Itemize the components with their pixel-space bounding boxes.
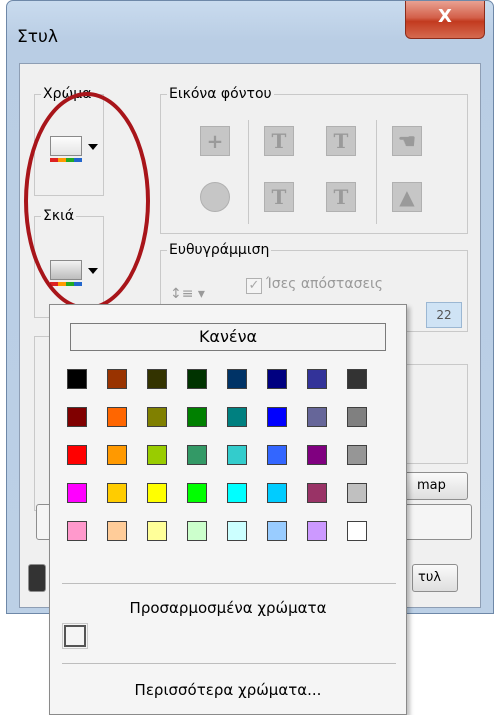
color-group-label: Χρώμα [43,86,92,102]
alignment-group-label: Ευθυγράμμιση [169,242,270,258]
close-button[interactable]: X [405,1,485,39]
color-swatch[interactable] [227,445,247,465]
color-palette-popup: Κανένα Προσαρμοσμένα χρώματα Περισσότερα… [49,304,407,715]
color-swatch[interactable] [267,407,287,427]
more-colors-button[interactable]: Περισσότερα χρώματα... [50,681,406,699]
shadow-group-label: Σκιά [43,208,75,224]
color-swatch[interactable] [147,483,167,503]
text-icon[interactable]: T [264,126,294,156]
dropdown-arrow-icon [88,268,98,274]
color-swatch[interactable] [227,407,247,427]
color-swatch[interactable] [107,407,127,427]
color-swatch[interactable] [267,483,287,503]
color-swatch[interactable] [267,521,287,541]
color-swatch[interactable] [67,445,87,465]
color-swatch[interactable] [307,407,327,427]
title-bar[interactable]: Στυλ X [7,1,493,61]
icon-separator [248,120,249,224]
color-swatch[interactable] [187,369,207,389]
equal-spacing-label: Ίσες απόστασεις [266,276,383,292]
color-swatch[interactable] [67,521,87,541]
icon-separator [376,120,377,224]
text-fill-icon[interactable]: T [264,182,294,212]
color-swatch[interactable] [307,521,327,541]
equal-spacing-checkbox[interactable]: ✓ [246,278,262,294]
color-swatch[interactable] [67,407,87,427]
landscape-image-icon[interactable]: ▲ [392,182,422,212]
shadow-picker-button[interactable] [50,260,98,290]
custom-color-swatch[interactable] [62,623,88,649]
shadow-stripe-icon [50,282,82,286]
color-swatch[interactable] [147,445,167,465]
color-swatch[interactable] [347,483,367,503]
spacing-value-field[interactable]: 22 [426,302,462,328]
color-swatch[interactable] [307,445,327,465]
color-swatch[interactable] [187,483,207,503]
color-picker-button[interactable] [50,136,98,166]
no-image-icon[interactable] [200,182,230,212]
style-button-label: τυλ [418,570,442,585]
color-swatch[interactable] [347,407,367,427]
color-swatch[interactable] [147,407,167,427]
color-swatch[interactable] [107,521,127,541]
color-swatch[interactable] [267,445,287,465]
color-swatch[interactable] [107,369,127,389]
color-swatch[interactable] [187,407,207,427]
custom-colors-title: Προσαρμοσμένα χρώματα [129,599,327,617]
color-swatch[interactable] [347,445,367,465]
shadow-preview-icon [50,260,82,280]
color-swatch[interactable] [347,369,367,389]
color-swatch[interactable] [227,521,247,541]
color-swatch[interactable] [67,369,87,389]
text-stretch-icon[interactable]: T [326,182,356,212]
color-swatch[interactable] [307,369,327,389]
dropdown-arrow-icon [88,144,98,150]
color-stripe-icon [50,158,82,162]
bitmap-button-label: map [417,478,446,493]
color-swatch[interactable] [187,445,207,465]
color-swatch[interactable] [67,483,87,503]
palette-separator [62,583,396,584]
color-swatch[interactable] [347,521,367,541]
color-swatch[interactable] [307,483,327,503]
hand-image-icon[interactable]: ☚ [392,126,422,156]
no-color-button[interactable]: Κανένα [70,323,386,351]
text-clear-icon[interactable]: T [326,126,356,156]
color-swatch[interactable] [147,369,167,389]
style-button[interactable]: τυλ [412,564,458,592]
palette-separator [62,663,396,664]
close-icon: X [438,6,452,27]
color-swatch[interactable] [107,445,127,465]
left-arrow-button[interactable] [28,564,46,592]
window-title: Στυλ [17,27,58,47]
color-swatch[interactable] [107,483,127,503]
background-image-group-label: Εικόνα φόντου [169,86,272,102]
align-distribute-icon[interactable]: ↕≡ ▾ [170,286,205,302]
insert-image-icon[interactable]: + [200,126,230,156]
color-preview-icon [50,136,82,156]
color-swatch[interactable] [147,521,167,541]
color-swatch[interactable] [267,369,287,389]
color-swatch[interactable] [227,369,247,389]
color-swatch[interactable] [187,521,207,541]
color-swatch[interactable] [227,483,247,503]
